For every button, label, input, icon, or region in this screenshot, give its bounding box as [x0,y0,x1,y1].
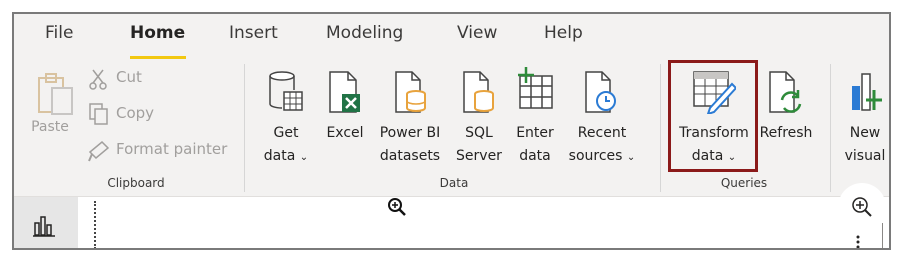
refresh-label: Refresh [759,125,813,141]
enter-data-label-line1: Enter [516,125,554,141]
get-data-label-line1: Get [273,125,299,141]
excel-label: Excel [326,125,364,141]
copy-icon [89,103,108,125]
enter-data-label-line2: data [519,148,551,164]
database-table-icon [269,71,303,111]
zoom-in-icon [852,197,872,217]
sql-server-label-line2: Server [456,148,502,164]
paintbrush-icon [88,140,110,162]
chevron-down-icon: ⌄ [626,152,636,163]
power-bi-datasets-label-line1: Power BI [379,125,441,141]
new-visual-label-line2: visual [844,148,886,164]
sql-server-icon [463,71,494,113]
paste-icon [38,73,73,115]
ribbon-tabs: File Home Insert Modeling View Help [14,14,889,59]
enter-data-button[interactable]: Enter data [510,66,560,170]
ribbon-window: File Home Insert Modeling View Help Past… [12,12,891,250]
scissors-icon [89,69,107,90]
zoom-in-cursor-icon [388,198,406,216]
get-data-label-line2: data ⌄ [263,148,309,164]
more-options-icon[interactable] [856,235,860,249]
tab-file[interactable]: File [45,23,73,43]
recent-sources-button[interactable]: Recent sources ⌄ [564,66,640,170]
excel-icon [329,71,360,113]
sql-server-button[interactable]: SQL Server [452,66,506,170]
recent-sources-clock-icon [585,71,616,113]
transform-data-highlight [668,60,758,172]
paste-button[interactable]: Paste [28,68,88,152]
group-divider [830,64,831,192]
copy-label: Copy [116,104,155,122]
paste-label: Paste [31,119,69,135]
dataset-icon [395,71,426,113]
report-view-icon[interactable] [33,215,57,237]
scroll-divider [882,223,883,248]
active-tab-indicator [130,56,186,59]
cut-button[interactable]: Cut [88,66,178,92]
enter-data-table-icon [518,67,553,109]
clipboard-group-label: Clipboard [107,176,165,190]
chevron-down-icon: ⌄ [299,152,309,163]
excel-button[interactable]: Excel [322,66,368,146]
tab-view[interactable]: View [457,23,497,43]
queries-group-label: Queries [720,176,768,190]
data-group-label: Data [439,176,469,190]
recent-sources-label-line2: sources ⌄ [568,148,636,164]
cut-label: Cut [116,68,142,86]
tab-modeling[interactable]: Modeling [326,23,403,43]
copy-button[interactable]: Copy [88,102,178,128]
group-divider [244,64,245,192]
sql-server-label-line1: SQL [465,125,493,141]
recent-sources-label-line1: Recent [577,125,627,141]
group-divider [660,64,661,192]
pane-collapse-handle[interactable] [94,201,98,248]
view-switcher-sidebar [14,197,78,248]
tab-insert[interactable]: Insert [229,23,278,43]
power-bi-datasets-label-line2: datasets [379,148,441,164]
tab-help[interactable]: Help [544,23,583,43]
format-painter-button[interactable]: Format painter [88,138,244,164]
zoom-button[interactable] [838,183,886,231]
new-visual-label-line1: New [849,125,881,141]
tab-home[interactable]: Home [130,23,185,43]
report-canvas-area [14,183,889,249]
new-visual-button[interactable]: New visual [840,66,889,170]
format-painter-label: Format painter [116,140,228,158]
power-bi-datasets-button[interactable]: Power BI datasets [374,66,446,170]
get-data-button[interactable]: Get data ⌄ [258,66,314,170]
refresh-icon [769,71,802,113]
new-visual-chart-icon [852,73,882,111]
refresh-button[interactable]: Refresh [756,66,816,146]
